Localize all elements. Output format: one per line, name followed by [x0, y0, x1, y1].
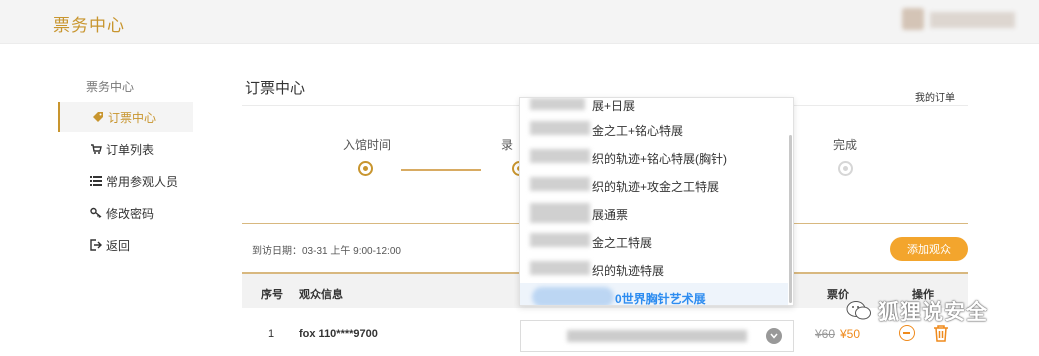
- page-title: 订票中心: [245, 80, 306, 97]
- step-1-dot: [358, 161, 373, 176]
- sidebar-item-label: 常用参观人员: [106, 174, 179, 189]
- step-4-dot: [838, 161, 853, 176]
- sidebar-item-booking[interactable]: 订票中心: [58, 102, 193, 132]
- sidebar-item-label: 修改密码: [106, 206, 155, 221]
- user-avatar[interactable]: [902, 8, 924, 30]
- watermark: 狐狸说安全: [846, 296, 988, 326]
- list-icon: [90, 175, 102, 187]
- sidebar-item-label: 订单列表: [106, 142, 155, 157]
- ticket-type-dropdown[interactable]: 展+日展 金之工+铭心特展 织的轨迹+铭心特展(胸针) 织的轨迹+攻金之工特展 …: [519, 97, 794, 306]
- key-icon: [90, 207, 102, 219]
- visit-date: 到访日期：03-31 上午 9:00-12:00: [252, 246, 401, 257]
- option-mask: [532, 287, 614, 305]
- dropdown-option[interactable]: 织的轨迹+攻金之工特展: [520, 171, 788, 199]
- sidebar-item-back[interactable]: 返回: [58, 230, 193, 260]
- option-mask: [530, 98, 585, 110]
- discount-price: ¥50: [840, 327, 861, 341]
- row-index: 1: [268, 328, 275, 340]
- sidebar-item-visitors[interactable]: 常用参观人员: [58, 166, 193, 196]
- trash-icon[interactable]: [933, 324, 949, 347]
- option-mask: [530, 149, 590, 163]
- user-name[interactable]: [930, 12, 1015, 28]
- original-price: ¥60: [815, 327, 836, 341]
- dropdown-option[interactable]: 织的轨迹+铭心特展(胸针): [520, 143, 788, 171]
- col-visitor: 观众信息: [299, 289, 343, 301]
- dropdown-scrollbar[interactable]: [789, 135, 792, 303]
- selected-value-mask: [567, 330, 747, 342]
- remove-visitor-icon[interactable]: [899, 325, 915, 341]
- cart-icon: [90, 143, 102, 155]
- dropdown-option[interactable]: 展通票: [520, 199, 788, 227]
- ticket-type-select[interactable]: [520, 320, 794, 352]
- sidebar-heading: 票务中心: [86, 80, 135, 94]
- step-1-label: 入馆时间: [343, 138, 392, 152]
- wechat-icon: [846, 301, 871, 320]
- chevron-down-icon[interactable]: [766, 328, 782, 344]
- dropdown-option-selected[interactable]: 0世界胸针艺术展: [520, 283, 788, 305]
- watermark-text: 狐狸说安全: [878, 301, 988, 324]
- top-bar: 票务中心: [0, 0, 1039, 44]
- col-index: 序号: [261, 289, 283, 301]
- sidebar-item-label: 返回: [106, 238, 131, 253]
- sidebar-item-label: 订票中心: [108, 110, 157, 125]
- option-mask: [530, 203, 590, 223]
- dropdown-option[interactable]: 金之工+铭心特展: [520, 115, 788, 143]
- step-connector: [401, 169, 481, 171]
- sidebar-item-orders[interactable]: 订单列表: [58, 134, 193, 164]
- add-visitor-button[interactable]: 添加观众: [890, 237, 968, 261]
- option-mask: [530, 233, 590, 247]
- step-2-label: 录: [501, 138, 514, 152]
- step-4-label: 完成: [833, 138, 858, 152]
- dropdown-option[interactable]: 织的轨迹特展: [520, 255, 788, 283]
- option-mask: [530, 177, 590, 191]
- my-orders-link[interactable]: 我的订单: [915, 89, 955, 104]
- option-mask: [530, 261, 590, 275]
- option-mask: [530, 121, 590, 135]
- tag-icon: [92, 111, 104, 123]
- brand-title: 票务中心: [53, 16, 125, 35]
- sidebar-item-password[interactable]: 修改密码: [58, 198, 193, 228]
- row-visitor: fox 110****9700: [299, 328, 378, 340]
- dropdown-option[interactable]: 金之工特展: [520, 227, 788, 255]
- exit-icon: [90, 239, 102, 251]
